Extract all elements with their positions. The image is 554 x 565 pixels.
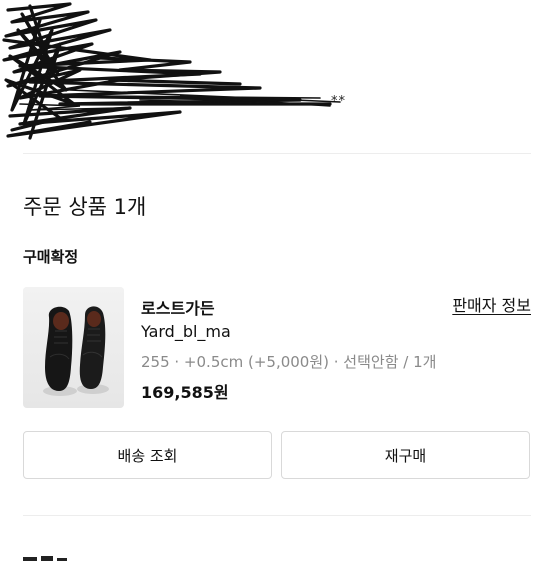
track-delivery-button[interactable]: 배송 조회 <box>23 431 272 479</box>
next-section-cutoff <box>23 546 83 561</box>
product-price: 169,585원 <box>141 383 229 402</box>
product-thumbnail[interactable] <box>23 287 124 408</box>
reorder-button[interactable]: 재구매 <box>281 431 530 479</box>
section-divider-top <box>23 153 531 154</box>
store-name[interactable]: 로스트가든 <box>141 295 215 319</box>
shoes-image-icon <box>23 287 124 408</box>
cutoff-text-shape <box>23 556 67 561</box>
redaction-scribble <box>2 2 341 140</box>
redacted-header: ** <box>0 0 554 152</box>
product-name[interactable]: Yard_bl_ma <box>141 322 231 341</box>
redacted-text-tail: ** <box>331 94 346 109</box>
product-options: 255 · +0.5cm (+5,000원) · 선택안함 / 1개 <box>141 353 437 371</box>
order-status-label: 구매확정 <box>23 248 79 266</box>
seller-info-link[interactable]: 판매자 정보 <box>452 292 531 316</box>
section-divider-bottom <box>23 515 531 516</box>
order-items-title: 주문 상품 1개 <box>23 195 147 219</box>
